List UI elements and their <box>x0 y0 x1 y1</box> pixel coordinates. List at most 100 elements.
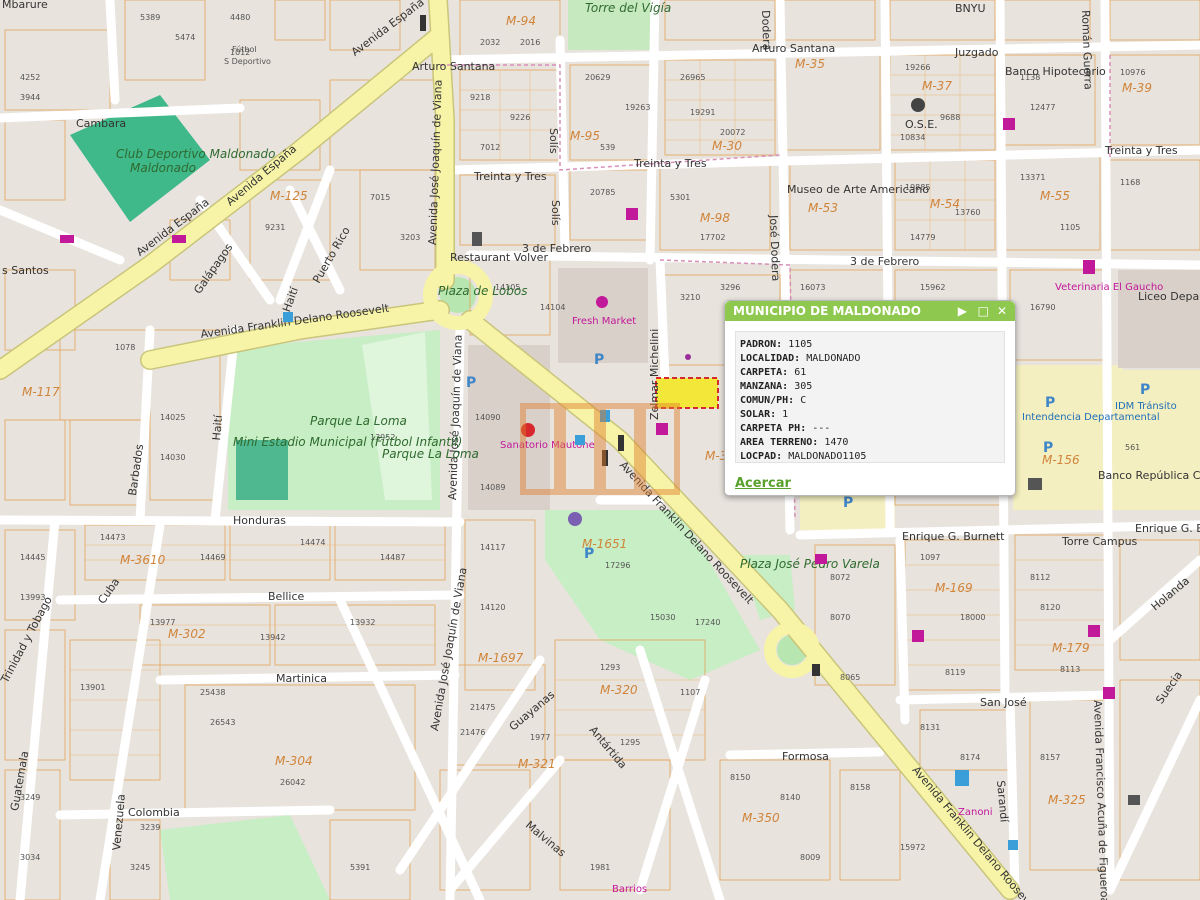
svg-text:8157: 8157 <box>1040 753 1060 762</box>
svg-text:7015: 7015 <box>370 193 390 202</box>
svg-text:21476: 21476 <box>460 728 485 737</box>
svg-text:1977: 1977 <box>530 733 550 742</box>
street-label-arturo-santana: Arturo Santana <box>412 60 495 73</box>
bank-icon <box>812 664 820 676</box>
watermark-logo <box>520 403 680 495</box>
street-label-martinica: Martinica <box>276 672 327 685</box>
svg-text:3203: 3203 <box>400 233 420 242</box>
place-label-plaza-jose-pedro-varela: Plaza José Pedro Varela <box>740 557 880 571</box>
info-key: LOCPAD: <box>740 451 783 462</box>
block-label: M-320 <box>600 683 638 697</box>
svg-text:10976: 10976 <box>1120 68 1145 77</box>
place-label-banco-hipotecario: Banco Hipotecario <box>1005 65 1106 78</box>
info-row-padron: PADRON: 1105 <box>740 338 1000 352</box>
svg-text:25438: 25438 <box>200 688 225 697</box>
info-value: 305 <box>794 381 813 392</box>
veterinary-icon <box>1083 260 1095 274</box>
zoom-in-link[interactable]: Acercar <box>735 476 791 491</box>
info-row-solar: SOLAR: 1 <box>740 408 1000 422</box>
svg-text:8009: 8009 <box>800 853 820 862</box>
bus-station-icon <box>955 770 969 786</box>
info-value: MALDONADO <box>806 353 861 364</box>
place-label-torre-campus: Torre Campus <box>1061 535 1138 548</box>
svg-text:20629: 20629 <box>585 73 610 82</box>
svg-text:14473: 14473 <box>100 533 125 542</box>
svg-text:19263: 19263 <box>625 103 650 112</box>
maximize-icon[interactable]: □ <box>978 301 989 321</box>
street-label-treinta-y-tres: Treinta y Tres <box>1104 144 1178 157</box>
svg-text:P: P <box>466 375 476 391</box>
street-label-solis: Solís <box>549 200 562 226</box>
cadastral-map[interactable]: P P P P P P P M-94 M-95 M-30 M-35 M-37 M… <box>0 0 1200 900</box>
svg-text:2032: 2032 <box>480 38 500 47</box>
svg-text:16790: 16790 <box>1030 303 1055 312</box>
svg-text:15962: 15962 <box>920 283 945 292</box>
block-label: M-95 <box>570 129 600 143</box>
svg-text:8120: 8120 <box>1040 603 1060 612</box>
place-label-idm-transito: IDM Tránsito <box>1115 400 1177 412</box>
svg-text:14090: 14090 <box>475 413 500 422</box>
shop-icon <box>815 554 827 564</box>
street-label-san-jose: San José <box>980 696 1027 709</box>
svg-text:539: 539 <box>600 143 615 152</box>
svg-text:8150: 8150 <box>730 773 750 782</box>
street-label-honduras: Honduras <box>233 514 286 527</box>
svg-text:15972: 15972 <box>900 843 925 852</box>
svg-text:17240: 17240 <box>695 618 720 627</box>
restaurant-icon <box>472 232 482 246</box>
info-value: MALDONADO1105 <box>788 451 867 462</box>
svg-text:1293: 1293 <box>600 663 620 672</box>
svg-text:16073: 16073 <box>800 283 825 292</box>
block-label: M-55 <box>1040 189 1070 203</box>
info-value: 1105 <box>788 339 813 350</box>
place-label-futbol: Fútbol <box>232 45 257 54</box>
pharmacy-icon <box>1103 687 1115 699</box>
svg-text:1107: 1107 <box>680 688 700 697</box>
svg-text:19291: 19291 <box>690 108 715 117</box>
block-label: M-304 <box>275 754 313 768</box>
svg-text:20785: 20785 <box>590 188 615 197</box>
play-icon[interactable]: ▶ <box>958 301 967 321</box>
svg-text:14117: 14117 <box>480 543 505 552</box>
place-label-torre-del-vigia: Torre del Vigía <box>585 1 671 15</box>
svg-text:3296: 3296 <box>720 283 740 292</box>
svg-text:14120: 14120 <box>480 603 505 612</box>
svg-text:14445: 14445 <box>20 553 45 562</box>
popup-title: MUNICIPIO DE MALDONADO <box>733 304 921 318</box>
svg-text:14104: 14104 <box>540 303 565 312</box>
idm-area <box>1120 370 1200 510</box>
svg-text:8174: 8174 <box>960 753 980 762</box>
svg-text:3944: 3944 <box>20 93 40 102</box>
place-label-mini-estadio: Mini Estadio Municipal (Fútbol Infantil) <box>233 435 462 449</box>
svg-text:5474: 5474 <box>175 33 195 42</box>
bank-building-icon <box>1028 478 1042 490</box>
block-label: M-1651 <box>582 537 627 551</box>
block-label: M-350 <box>742 811 780 825</box>
svg-text:7012: 7012 <box>480 143 500 152</box>
svg-text:P: P <box>1045 395 1055 411</box>
svg-text:3034: 3034 <box>20 853 40 862</box>
info-value: --- <box>812 423 831 434</box>
block-label: M-53 <box>808 201 838 215</box>
place-label-zanoni: Zanoni <box>958 807 993 818</box>
block-label: M-125 <box>270 189 308 203</box>
box-icon <box>1128 795 1140 805</box>
place-label-club-maldonado: Maldonado <box>130 161 196 175</box>
bank-icon <box>1003 118 1015 130</box>
place-label-bnyu: BNYU <box>955 2 986 15</box>
svg-text:9226: 9226 <box>510 113 530 122</box>
place-label-intendencia: Intendencia Departamental <box>1022 412 1160 423</box>
svg-text:12477: 12477 <box>1030 103 1055 112</box>
svg-text:3210: 3210 <box>680 293 700 302</box>
street-label-3-de-febrero: 3 de Febrero <box>850 255 920 268</box>
svg-text:3245: 3245 <box>130 863 150 872</box>
info-row-localidad: LOCALIDAD: MALDONADO <box>740 352 1000 366</box>
shop-icon <box>1088 625 1100 637</box>
svg-text:P: P <box>843 495 853 511</box>
close-icon[interactable]: ✕ <box>997 301 1007 321</box>
bus-stop-icon <box>283 312 293 322</box>
svg-text:26543: 26543 <box>210 718 235 727</box>
place-label-barrios: Barrios <box>612 884 647 895</box>
svg-text:14089: 14089 <box>480 483 505 492</box>
place-label-deportivo: S Deportivo <box>224 57 271 66</box>
